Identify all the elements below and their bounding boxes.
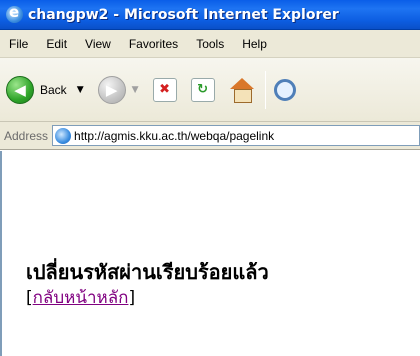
forward-button[interactable]: ▶ ▼	[84, 70, 139, 110]
standard-toolbar: ◀ Back ▼ ▶ ▼ ✖ ↻	[0, 58, 420, 122]
internet-explorer-icon	[6, 3, 23, 23]
menu-help[interactable]: Help	[233, 37, 276, 51]
address-input[interactable]: http://agmis.kku.ac.th/webqa/pagelink	[52, 125, 420, 146]
home-link-line: [กลับหน้าหลัก]	[26, 284, 135, 311]
back-arrow-icon: ◀	[6, 75, 34, 104]
toolbar-separator	[264, 70, 266, 109]
back-button[interactable]: ◀ Back ▼	[6, 70, 84, 110]
window-titlebar: changpw2 - Microsoft Internet Explorer	[0, 0, 420, 30]
address-label: Address	[4, 128, 49, 143]
home-icon[interactable]	[229, 77, 255, 103]
back-to-home-link[interactable]: กลับหน้าหลัก	[33, 288, 129, 308]
back-label: Back	[40, 82, 67, 97]
stop-icon[interactable]: ✖	[152, 77, 177, 102]
menu-favorites[interactable]: Favorites	[120, 37, 187, 51]
menu-edit[interactable]: Edit	[37, 37, 76, 51]
menu-view[interactable]: View	[76, 37, 120, 51]
forward-arrow-icon: ▶	[97, 75, 126, 104]
bracket-open: [	[26, 288, 33, 308]
menubar: File Edit View Favorites Tools Help	[0, 30, 420, 58]
search-icon[interactable]	[273, 78, 296, 101]
menu-tools[interactable]: Tools	[187, 37, 233, 51]
bracket-close: ]	[128, 288, 136, 308]
refresh-icon[interactable]: ↻	[190, 77, 215, 102]
back-dropdown-icon[interactable]: ▼	[77, 85, 84, 95]
page-icon	[55, 127, 72, 144]
page-content: เปลี่ยนรหัสผ่านเรียบร้อยแล้ว [กลับหน้าหล…	[0, 151, 420, 356]
address-url[interactable]: http://agmis.kku.ac.th/webqa/pagelink	[74, 129, 274, 143]
forward-dropdown-icon[interactable]: ▼	[132, 85, 139, 95]
address-bar: Address http://agmis.kku.ac.th/webqa/pag…	[0, 122, 420, 150]
window-title: changpw2 - Microsoft Internet Explorer	[28, 6, 339, 23]
menu-file[interactable]: File	[0, 37, 37, 51]
